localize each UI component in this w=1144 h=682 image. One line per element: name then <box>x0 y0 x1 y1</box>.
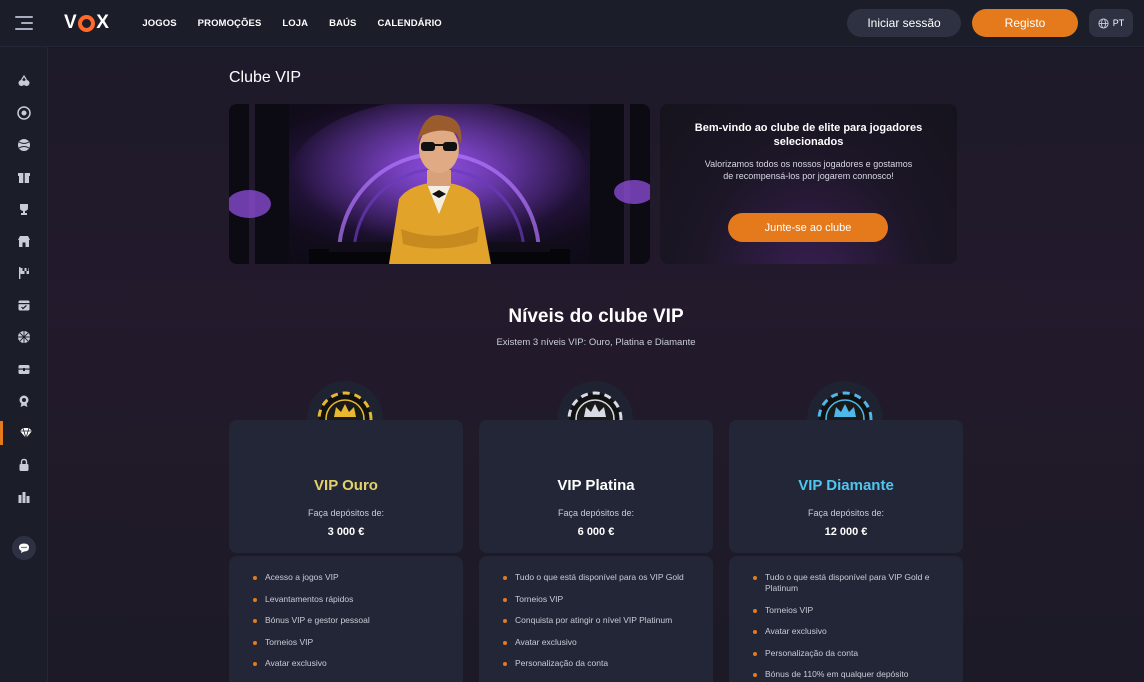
chat-button[interactable] <box>12 536 36 560</box>
benefit-item: Avatar exclusivo <box>503 637 695 648</box>
benefit-item: Personalização da conta <box>503 658 695 669</box>
calendar-icon <box>18 300 30 311</box>
deposit-amount: 12 000 € <box>824 526 868 538</box>
top-bar: VX JOGOS PROMOÇÕES LOJA BAÚS CALENDÁRIO … <box>0 0 1144 47</box>
shop-icon <box>18 236 30 247</box>
sidebar-item-tournaments[interactable] <box>0 197 48 221</box>
benefit-item: Levantamentos rápidos <box>253 594 445 605</box>
welcome-title: Bem-vindo ao clube de elite para jogador… <box>694 122 923 148</box>
levels-subtitle: Existem 3 níveis VIP: Ouro, Platina e Di… <box>496 337 696 348</box>
benefit-item: Torneios VIP <box>753 605 945 616</box>
welcome-card: Bem-vindo ao clube de elite para jogador… <box>660 104 957 264</box>
chart-icon <box>18 492 30 503</box>
deposit-label: Faça depósitos de: <box>557 508 635 518</box>
benefit-item: Bónus VIP e gestor pessoal <box>253 615 445 626</box>
menu-icon <box>15 16 33 30</box>
benefit-item: Torneios VIP <box>503 594 695 605</box>
levels-title: Níveis do clube VIP <box>508 306 684 327</box>
nav-chests[interactable]: BAÚS <box>329 18 356 29</box>
fruit-icon <box>18 74 30 86</box>
flag-icon <box>19 267 29 279</box>
logo[interactable]: VX <box>64 12 109 34</box>
language-selector[interactable]: PT <box>1089 9 1133 37</box>
level-card-gold: VIP Ouro Faça depósitos de: 3 000 € <box>229 420 463 553</box>
login-button[interactable]: Iniciar sessão <box>847 9 961 37</box>
language-code: PT <box>1112 18 1125 28</box>
benefit-item: Tudo o que está disponível para os VIP G… <box>503 572 695 583</box>
benefit-item: Avatar exclusivo <box>753 626 945 637</box>
vip-hero-banner <box>229 104 650 264</box>
diamond-icon <box>19 427 32 439</box>
menu-toggle-button[interactable] <box>0 0 48 47</box>
trophy-icon <box>20 204 28 215</box>
deposit-label: Faça depósitos de: <box>307 508 385 518</box>
chest-icon <box>18 365 30 374</box>
level-name: VIP Diamante <box>798 477 894 494</box>
sidebar-item-wheel[interactable] <box>0 325 48 349</box>
nav-promotions[interactable]: PROMOÇÕES <box>198 18 262 29</box>
roulette-icon <box>17 106 31 120</box>
gift-icon <box>18 173 30 183</box>
medal-icon <box>19 395 29 407</box>
sidebar-item-casino[interactable] <box>0 101 48 125</box>
join-club-button[interactable]: Junte-se ao clube <box>728 213 888 242</box>
wheel-icon <box>18 331 30 343</box>
sidebar-item-chests[interactable] <box>0 357 48 381</box>
sidebar-item-achievements[interactable] <box>0 389 48 413</box>
benefit-item: Personalização da conta <box>753 648 945 659</box>
level-name: VIP Ouro <box>314 477 378 494</box>
benefit-item: Avatar exclusivo <box>253 658 445 669</box>
logo-o-mark <box>78 14 96 32</box>
chat-icon <box>19 543 29 553</box>
benefit-item: Torneios VIP <box>253 637 445 648</box>
sidebar-item-calendar[interactable] <box>0 293 48 317</box>
deposit-amount: 6 000 € <box>577 526 615 538</box>
nav-shop[interactable]: LOJA <box>282 18 308 29</box>
benefit-item: Tudo o que está disponível para VIP Gold… <box>753 572 945 594</box>
benefit-item: Conquista por atingir o nível VIP Platin… <box>503 615 695 626</box>
deposit-label: Faça depósitos de: <box>807 508 885 518</box>
main-content: Clube VIP Bem-vindo ao clube de elite pa… <box>48 48 1144 682</box>
lock-icon <box>19 458 29 471</box>
nav-games[interactable]: JOGOS <box>142 18 176 29</box>
level-card-platinum: VIP Platina Faça depósitos de: 6 000 € <box>479 420 713 553</box>
register-button[interactable]: Registo <box>972 9 1078 37</box>
globe-icon <box>1098 17 1109 29</box>
benefit-item: Bónus de 110% em qualquer depósito <box>753 669 945 680</box>
page-title: Clube VIP <box>229 69 302 86</box>
nav-calendar[interactable]: CALENDÁRIO <box>377 18 441 29</box>
sports-ball-icon <box>18 139 30 151</box>
welcome-text: Valorizamos todos os nossos jogadores e … <box>704 159 913 181</box>
benefits-list-gold: Acesso a jogos VIP Levantamentos rápidos… <box>229 556 463 682</box>
level-card-diamond: VIP Diamante Faça depósitos de: 12 000 € <box>729 420 963 553</box>
sidebar-item-vip[interactable] <box>0 421 48 445</box>
sidebar-item-security[interactable] <box>0 453 48 477</box>
sidebar <box>0 47 48 682</box>
sidebar-item-sports[interactable] <box>0 133 48 157</box>
benefit-item: Acesso a jogos VIP <box>253 572 445 583</box>
level-name: VIP Platina <box>557 477 635 494</box>
vip-mascot-illustration <box>229 104 650 264</box>
sidebar-item-races[interactable] <box>0 261 48 285</box>
main-nav: JOGOS PROMOÇÕES LOJA BAÚS CALENDÁRIO <box>142 18 462 29</box>
sidebar-item-leaderboard[interactable] <box>0 485 48 509</box>
sidebar-item-shop[interactable] <box>0 229 48 253</box>
benefits-list-diamond: Tudo o que está disponível para VIP Gold… <box>729 556 963 682</box>
benefits-list-platinum: Tudo o que está disponível para os VIP G… <box>479 556 713 682</box>
deposit-amount: 3 000 € <box>327 526 365 538</box>
sidebar-item-bonuses[interactable] <box>0 165 48 189</box>
sidebar-item-slots[interactable] <box>0 69 48 93</box>
